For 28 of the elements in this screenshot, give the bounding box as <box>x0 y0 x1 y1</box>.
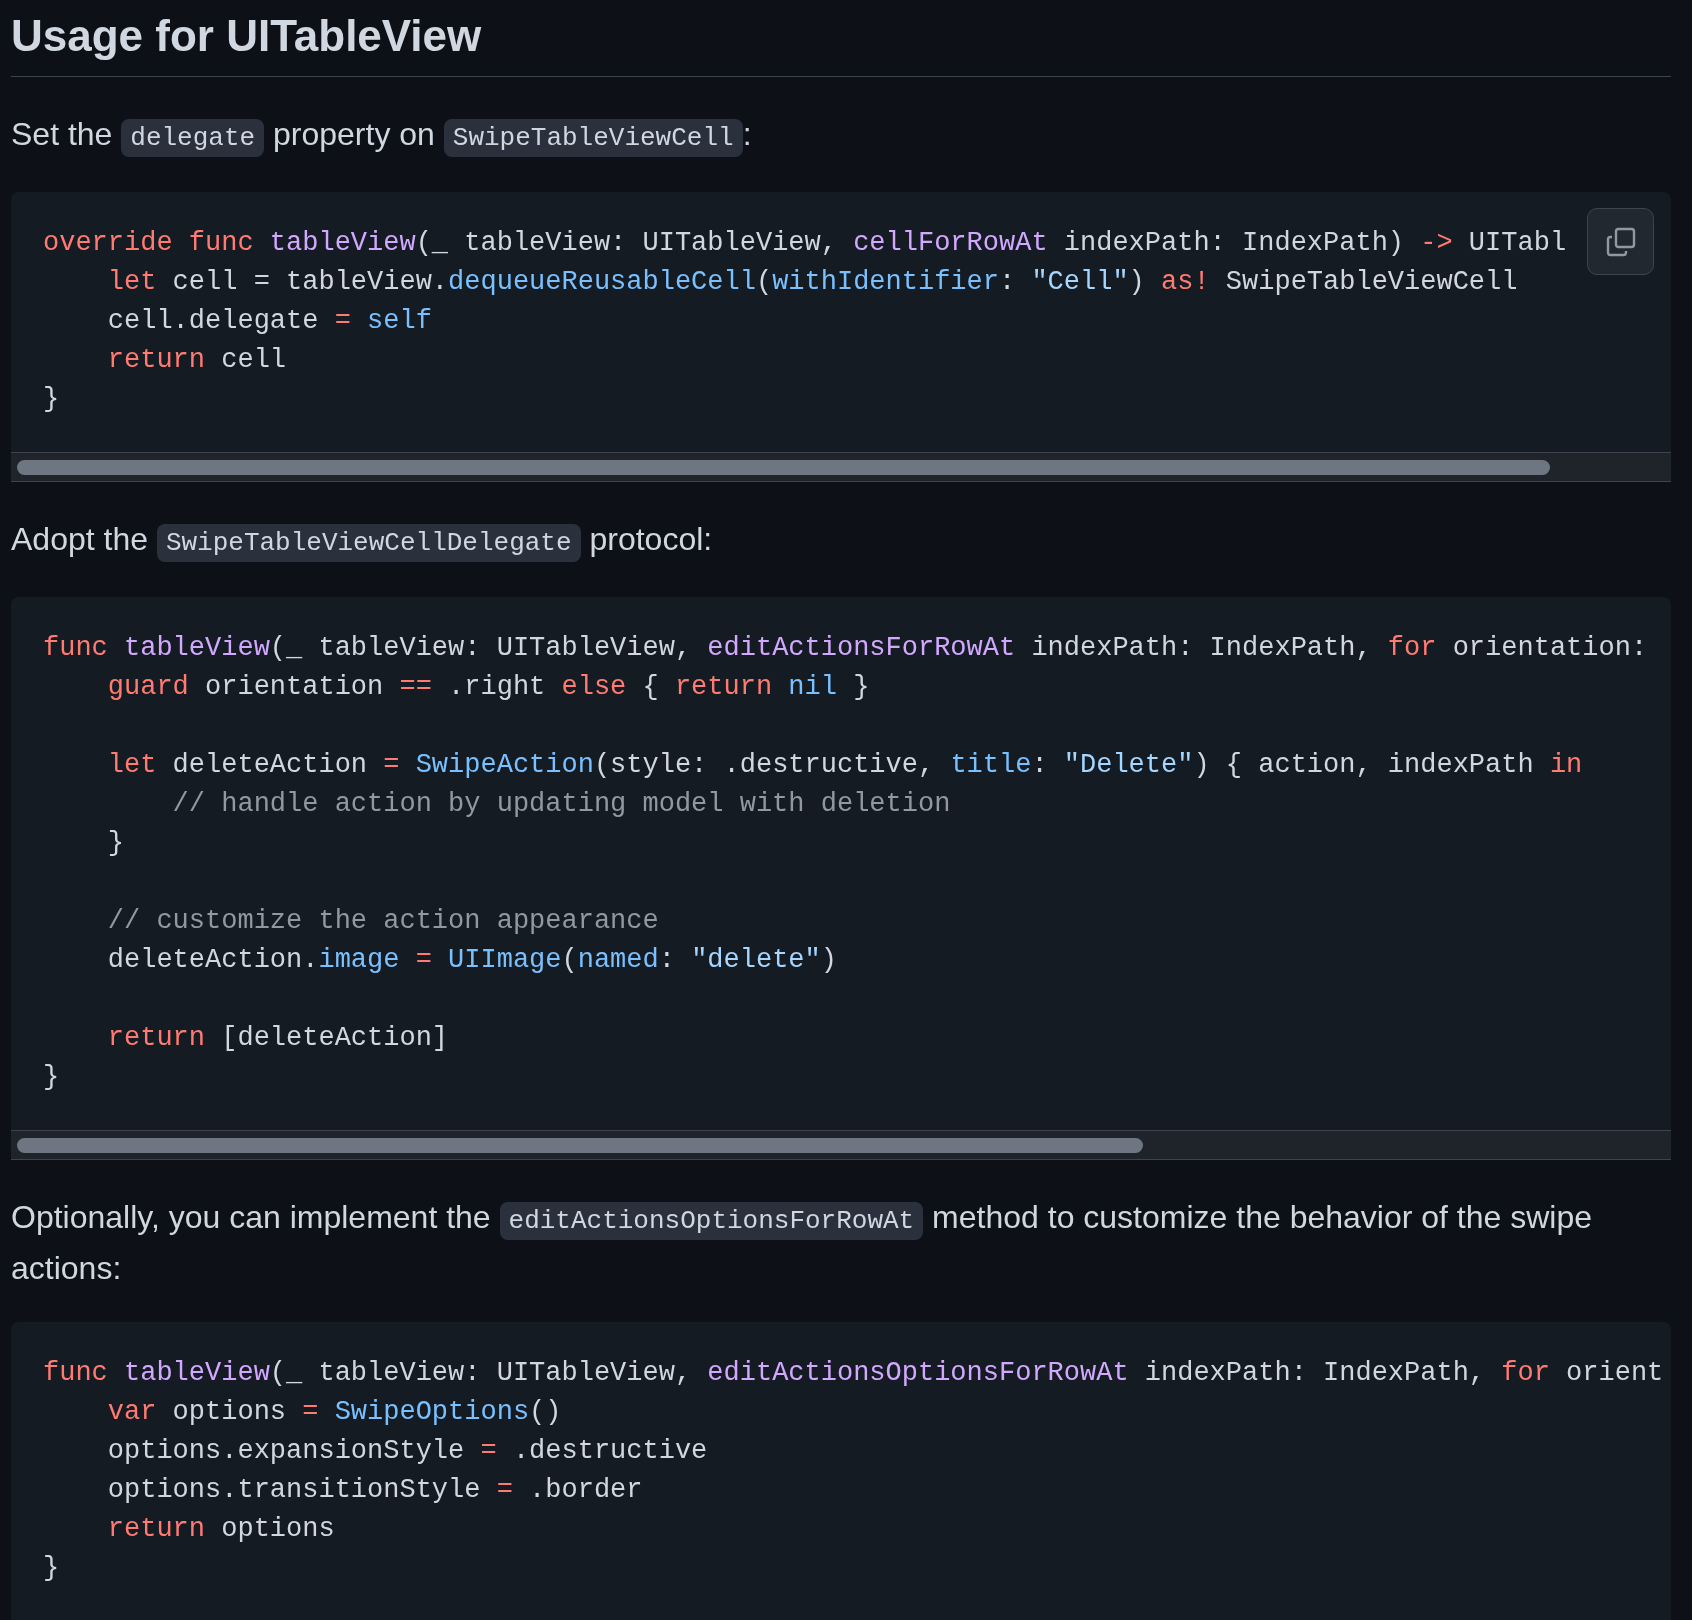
paragraph: Set the delegate property on SwipeTableViewCell : <box>11 111 1671 162</box>
copy-icon <box>1604 225 1637 258</box>
code-line: override func tableView(_ tableView: UITableView, cellForRowAt indexPath: IndexPath) -> UITabl <box>43 227 1567 260</box>
code-line: return options <box>106 1513 335 1546</box>
code-line: } <box>43 1552 60 1585</box>
paragraph: Adopt the SwipeTableViewCellDelegate protocol: <box>11 516 1671 567</box>
horizontal-scrollbar[interactable] <box>11 452 1671 482</box>
code-line: func tableView(_ tableView: UITableView, editActionsOptionsForRowAt indexPath: IndexPath, for orient <box>43 1357 1664 1390</box>
copy-button[interactable] <box>1587 208 1654 275</box>
code-line: guard orientation == .right else { return nil } <box>106 671 870 704</box>
page-heading: Usage for UITableView <box>11 0 1671 77</box>
code-line: return [deleteAction] <box>106 1022 449 1055</box>
code-line: // handle action by updating model with deletion <box>171 788 951 821</box>
code-line: func tableView(_ tableView: UITableView, editActionsForRowAt indexPath: IndexPath, for orientation: <box>43 632 1648 665</box>
code-line: var options = SwipeOptions() <box>106 1396 562 1429</box>
code-line: options.transitionStyle = .border <box>106 1474 643 1507</box>
code-line: } <box>43 383 60 416</box>
paragraph: Optionally, you can implement the editActionsOptionsForRowAt method to customize the behavior of the swipe actions: <box>11 1198 1594 1288</box>
code-line: let cell = tableView.dequeueReusableCell(withIdentifier: "Cell") as! SwipeTableViewCell <box>106 266 1518 299</box>
code-line: // customize the action appearance <box>106 905 659 938</box>
code-line: } <box>43 1061 60 1094</box>
horizontal-scrollbar[interactable] <box>11 1130 1671 1160</box>
code-line: let deleteAction = SwipeAction(style: .destructive, title: "Delete") { action, indexPath in <box>106 749 1583 782</box>
code-line: cell.delegate = self <box>106 305 432 338</box>
code-line: deleteAction.image = UIImage(named: "delete") <box>106 944 837 977</box>
code-line: return cell <box>106 344 287 377</box>
code-line: options.expansionStyle = .destructive <box>106 1435 708 1468</box>
code-line: } <box>106 827 124 860</box>
